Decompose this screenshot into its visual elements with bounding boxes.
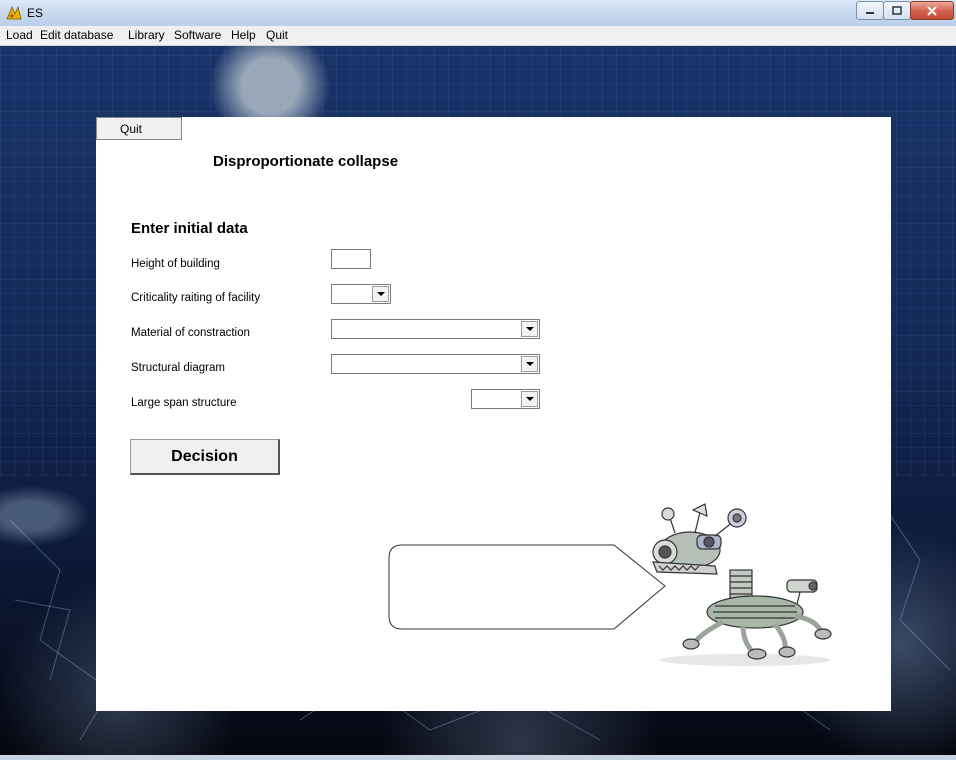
- menu-load[interactable]: Load: [6, 28, 33, 42]
- criticality-rating-select[interactable]: [331, 284, 391, 304]
- quit-button[interactable]: Quit: [96, 117, 182, 140]
- menu-software[interactable]: Software: [174, 28, 221, 42]
- maximize-button[interactable]: [883, 1, 911, 20]
- large-span-label: Large span structure: [131, 397, 237, 409]
- window-bottom-border: [0, 755, 956, 760]
- menu-edit-database[interactable]: Edit database: [40, 28, 113, 42]
- close-icon: [927, 5, 937, 16]
- close-button[interactable]: [910, 1, 954, 20]
- large-span-select[interactable]: [471, 389, 540, 409]
- minimize-icon: [866, 11, 874, 14]
- section-title: Enter initial data: [131, 220, 248, 237]
- height-of-building-label: Height of building: [131, 258, 220, 270]
- menu-quit[interactable]: Quit: [266, 28, 288, 42]
- height-of-building-input[interactable]: [331, 249, 371, 269]
- structural-diagram-select[interactable]: [331, 354, 540, 374]
- menu-library[interactable]: Library: [128, 28, 165, 42]
- speech-bubble: [388, 544, 666, 630]
- title-bar: ES: [0, 0, 956, 27]
- menu-bar: Load Edit database Library Software Help…: [0, 26, 956, 46]
- chevron-down-icon[interactable]: [372, 286, 389, 302]
- material-select[interactable]: [331, 319, 540, 339]
- chevron-down-icon[interactable]: [521, 391, 538, 407]
- menu-help[interactable]: Help: [231, 28, 256, 42]
- criticality-rating-label: Criticality raiting of facility: [131, 292, 261, 304]
- maximize-icon: [892, 6, 902, 15]
- decision-button[interactable]: Decision: [130, 439, 280, 475]
- chevron-down-icon[interactable]: [521, 321, 538, 337]
- minimize-button[interactable]: [856, 1, 884, 20]
- chevron-down-icon[interactable]: [521, 356, 538, 372]
- structural-diagram-label: Structural diagram: [131, 362, 225, 374]
- page-title: Disproportionate collapse: [213, 153, 399, 170]
- robot-dog-mascot: [652, 503, 832, 666]
- window-title: ES: [27, 6, 44, 20]
- material-label: Material of constraction: [131, 327, 250, 339]
- es-app-icon: [6, 5, 22, 20]
